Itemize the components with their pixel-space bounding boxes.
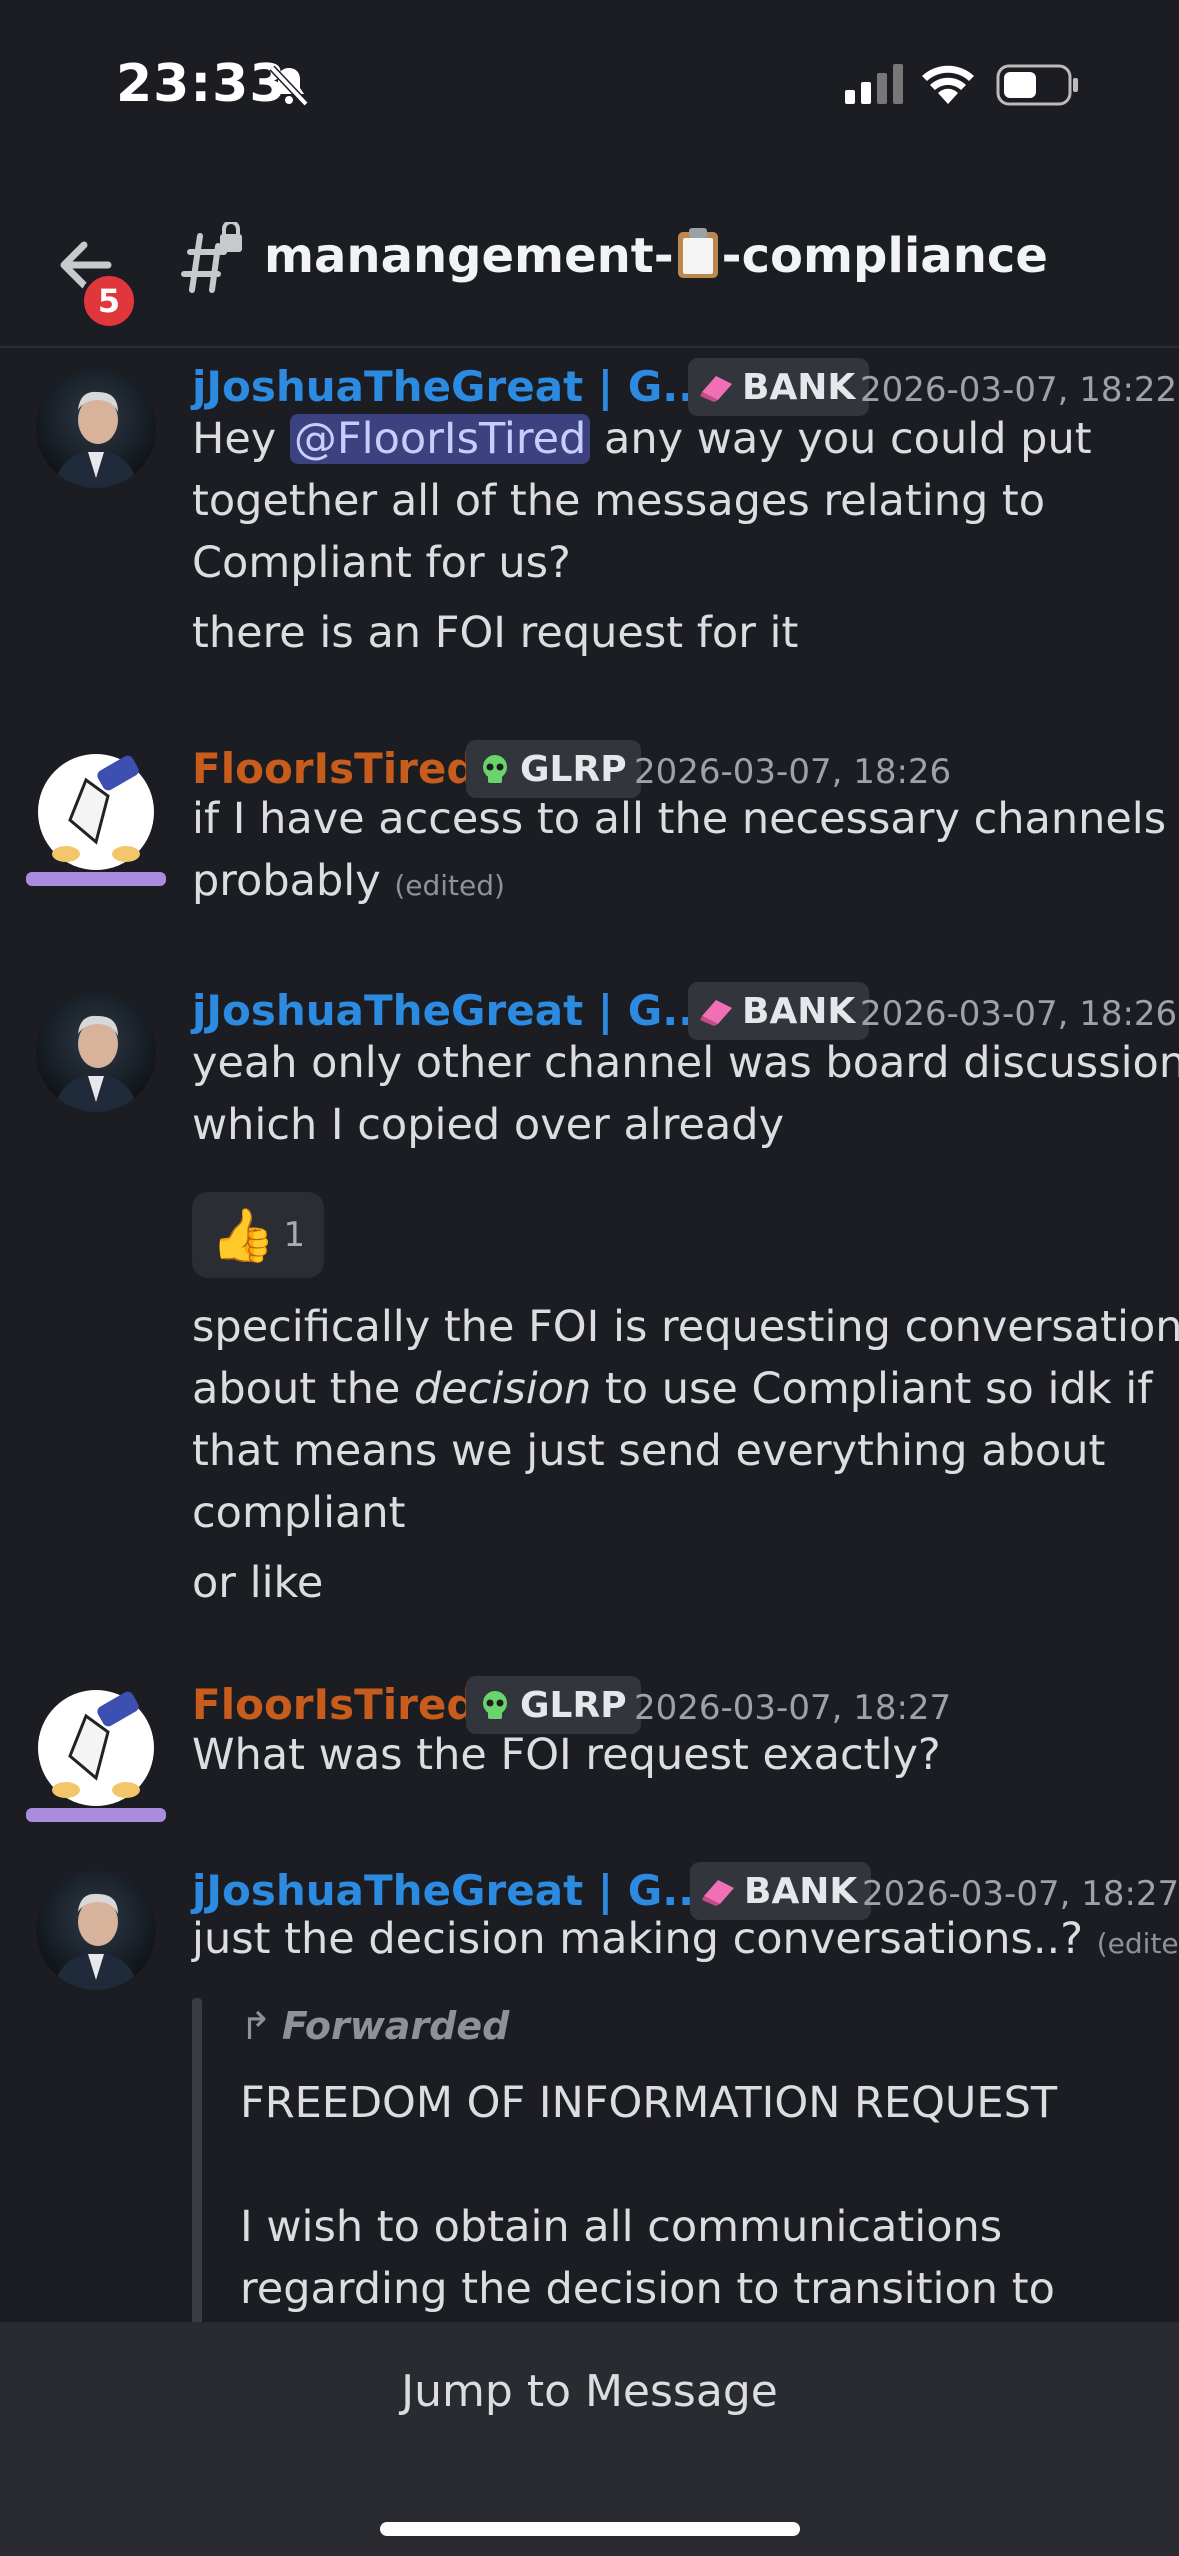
message-text: Hey @FloorIsTired any way you could put	[192, 408, 1092, 470]
forwarded-text: I wish to obtain all communications	[240, 2202, 1003, 2252]
avatar[interactable]	[36, 992, 156, 1112]
timestamp: 2026-03-07, 18:27	[634, 1688, 952, 1728]
author-name[interactable]: jJoshuaTheGreat | G...	[192, 986, 710, 1035]
message-text-segment: any way you could put	[590, 414, 1092, 464]
reaction-thumbs-up[interactable]: 👍 1	[192, 1192, 324, 1278]
channel-name-suffix: -compliance	[721, 228, 1048, 284]
avatar[interactable]	[36, 368, 156, 488]
message-text: probably (edited)	[192, 850, 505, 917]
status-bar: 23:33	[0, 0, 1179, 170]
eraser-icon	[700, 376, 732, 402]
author-name[interactable]: jJoshuaTheGreat | G...	[192, 362, 710, 411]
avatar[interactable]	[26, 1686, 166, 1826]
timestamp: 2026-03-07, 18:22	[860, 370, 1178, 410]
message-text: if I have access to all the necessary ch…	[192, 794, 1167, 844]
role-tag-label: GLRP	[520, 748, 627, 790]
thumbs-up-icon: 👍	[210, 1205, 276, 1266]
channel-title: manangement- -compliance	[264, 226, 1048, 284]
role-tag-label: BANK	[742, 366, 856, 408]
message-text-segment: just the decision making conversations..…	[192, 1914, 1084, 1964]
message-text: that means we just send everything about	[192, 1426, 1106, 1476]
user-mention[interactable]: @FloorIsTired	[289, 414, 591, 464]
message-text: yeah only other channel was board discus…	[192, 1038, 1179, 1088]
eraser-icon	[700, 1000, 732, 1026]
role-tag-label: BANK	[744, 1870, 858, 1912]
message-text: specifically the FOI is requesting conve…	[192, 1302, 1179, 1352]
jump-to-message-bar[interactable]: Jump to Message	[0, 2322, 1179, 2556]
locked-channel-icon	[181, 222, 242, 293]
skull-icon	[483, 755, 507, 783]
edited-label: (edited)	[394, 869, 505, 902]
channel-header: 5 manangement- -compliance	[0, 190, 1179, 348]
unread-badge: 5	[80, 272, 138, 330]
message-text-segment: probably	[192, 856, 381, 906]
forward-arrow-icon: ↱	[240, 2004, 272, 2048]
status-time: 23:33	[116, 54, 287, 114]
role-tag-label: GLRP	[520, 1684, 627, 1726]
message-text: or like	[192, 1558, 324, 1608]
role-tag-label: BANK	[742, 990, 856, 1032]
home-indicator[interactable]	[380, 2522, 800, 2536]
bell-slash-icon	[269, 65, 309, 107]
forwarded-label: ↱ Forwarded	[240, 2004, 509, 2048]
message-text: about the decision to use Compliant so i…	[192, 1358, 1152, 1420]
message-text-segment: Hey	[192, 414, 290, 464]
battery-icon	[996, 64, 1078, 106]
message-text: What was the FOI request exactly?	[192, 1730, 941, 1780]
skull-icon	[483, 1691, 507, 1719]
message-text: together all of the messages relating to	[192, 476, 1046, 526]
forward-quote-bar	[192, 1998, 202, 2328]
signal-icon	[845, 64, 903, 104]
forwarded-text: regarding the decision to transition to	[240, 2264, 1055, 2314]
author-name[interactable]: FloorIsTired	[192, 744, 476, 793]
emphasis-text: decision	[413, 1364, 592, 1414]
channel-name-prefix: manangement-	[264, 228, 674, 284]
jump-to-message-button[interactable]: Jump to Message	[0, 2366, 1179, 2417]
forwarded-text: Forwarded	[281, 2004, 510, 2048]
avatar[interactable]	[26, 750, 166, 890]
avatar[interactable]	[36, 1870, 156, 1990]
reaction-count: 1	[283, 1215, 306, 1255]
forwarded-text: FREEDOM OF INFORMATION REQUEST	[240, 2078, 1058, 2128]
message-text: compliant	[192, 1488, 406, 1538]
message-text: Compliant for us?	[192, 538, 571, 588]
message-text-segment: to use Compliant so idk if	[591, 1364, 1153, 1414]
eraser-icon	[702, 1880, 734, 1906]
clipboard-icon	[676, 226, 720, 280]
message-text: there is an FOI request for it	[192, 608, 799, 658]
message-text: just the decision making conversations..…	[192, 1908, 1179, 1975]
message-text: which I copied over already	[192, 1100, 785, 1150]
timestamp: 2026-03-07, 18:26	[860, 994, 1178, 1034]
wifi-icon	[922, 65, 974, 104]
timestamp: 2026-03-07, 18:26	[634, 752, 952, 792]
message-text-segment: about the	[192, 1364, 414, 1414]
edited-label: (edited)	[1096, 1927, 1179, 1960]
author-name[interactable]: FloorIsTired	[192, 1680, 476, 1729]
